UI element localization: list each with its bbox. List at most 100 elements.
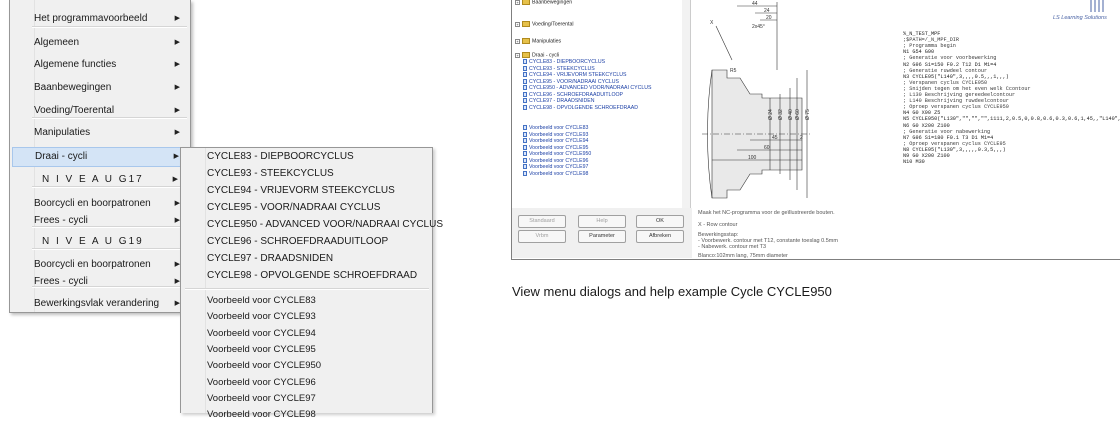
- tree-node[interactable]: Voorbeeld voor CYCLE97: [523, 164, 588, 170]
- tree-node-label: CYCLE98 - OPVOLGENDE SCHROEFDRAAD: [529, 104, 638, 111]
- dia-40: Ø 40: [788, 109, 794, 120]
- tree-node[interactable]: + Draai - cycli: [515, 52, 559, 58]
- menu-item[interactable]: Draai - cycli ▶: [12, 147, 188, 167]
- submenu-arrow-icon: ▶: [174, 61, 180, 68]
- submenu-cycle-item[interactable]: CYCLE950 - ADVANCED VOOR/NADRAAI CYCLUS: [207, 217, 443, 233]
- dialog-button-row: Standaard Help OK Vrbm Parameter Afbreke…: [512, 208, 692, 258]
- nc-code-line: N3 CYCLE95("L140",3,,,,0.5,,,1,,,): [903, 73, 1009, 80]
- ls-logo-icon: [1090, 0, 1104, 12]
- vrbm-button[interactable]: Vrbm: [518, 230, 566, 243]
- standaard-button[interactable]: Standaard: [518, 215, 566, 228]
- tree-node[interactable]: + Voeding/Toerental: [515, 21, 574, 27]
- tree-node[interactable]: Voorbeeld voor CYCLE94: [523, 138, 588, 144]
- tree-node[interactable]: Voorbeeld voor CYCLE96: [523, 158, 588, 164]
- nc-code-line: N9 G0 X200 Z100: [903, 153, 950, 159]
- menu-item[interactable]: Algemene functies ▶: [12, 55, 188, 75]
- tree-node[interactable]: CYCLE95 - VOOR/NADRAAI CYCLUS: [523, 79, 619, 85]
- tree-node[interactable]: + Baanbewegingen: [515, 0, 572, 5]
- menu-item[interactable]: Frees - cycli ▶: [12, 211, 188, 231]
- submenu-example-item[interactable]: Voorbeeld voor CYCLE95: [207, 342, 316, 358]
- dia-32: Ø 32: [778, 109, 784, 120]
- menu-item-label: Manipulaties: [34, 127, 91, 138]
- tree-node-label: Draai - cycli: [532, 52, 560, 59]
- expand-icon[interactable]: +: [515, 52, 520, 58]
- menu-item[interactable]: Algemeen ▶: [12, 33, 188, 53]
- submenu-cycle-item[interactable]: CYCLE94 - VRIJEVORM STEEKCYCLUS: [207, 183, 395, 199]
- nc-code-panel: LS Learning Solutions %_N_TEST_MPF ;$PATH…: [885, 0, 1120, 259]
- submenu-cycle-item[interactable]: CYCLE93 - STEEKCYCLUS: [207, 166, 334, 182]
- nc-code-line: ;$PATH=/_N_MPF_DIR: [903, 37, 960, 44]
- dim-chamfer: 2x45°: [752, 24, 765, 30]
- submenu-example-item[interactable]: Voorbeeld voor CYCLE83: [207, 293, 316, 309]
- expand-icon[interactable]: +: [515, 0, 520, 5]
- menu-item[interactable]: Manipulaties ▶: [12, 123, 188, 143]
- submenu-draai-cycli: CYCLE83 - DIEPBOORCYCLUS CYCLE93 - STEEKC…: [180, 147, 443, 420]
- tree-node-label: Voeding/Toerental: [532, 21, 574, 28]
- document-icon: [523, 59, 527, 65]
- info-task: Maak het NC-programma voor de geïllustre…: [698, 210, 835, 216]
- submenu-separator: [185, 288, 429, 290]
- tree-node[interactable]: CYCLE97 - DRAADSNIDEN: [523, 98, 594, 104]
- submenu-arrow-icon: ▶: [174, 15, 180, 22]
- submenu-cycle-item[interactable]: CYCLE97 - DRAADSNIDEN: [207, 251, 333, 267]
- submenu-cycle-item[interactable]: CYCLE98 - OPVOLGENDE SCHROEFDRAAD: [207, 268, 417, 284]
- submenu-example-item[interactable]: Voorbeeld voor CYCLE94: [207, 326, 316, 342]
- submenu-cycle-item[interactable]: CYCLE96 - SCHROEFDRAADUITLOOP: [207, 234, 388, 250]
- submenu-arrow-icon: ▶: [174, 129, 180, 136]
- tree-node[interactable]: CYCLE83 - DIEPBOORCYCLUS: [523, 59, 605, 65]
- nc-code-line: N4 G0 X90 Z5: [903, 110, 941, 117]
- tree-scrollbar[interactable]: [682, 0, 691, 208]
- tree-node[interactable]: Voorbeeld voor CYCLE950: [523, 151, 591, 157]
- menu-item[interactable]: Voeding/Toerental ▶: [12, 101, 188, 121]
- document-icon: [523, 164, 527, 170]
- tree-node-label: CYCLE96 - SCHROEFDRAADUITLOOP: [529, 91, 623, 98]
- tree-node[interactable]: Voorbeeld voor CYCLE83: [523, 125, 588, 131]
- parameter-button[interactable]: Parameter: [578, 230, 626, 243]
- menu-item: N I V E A U G17 ▶: [12, 170, 188, 190]
- expand-icon[interactable]: +: [515, 38, 520, 44]
- submenu-cycle-item[interactable]: CYCLE83 - DIEPBOORCYCLUS: [207, 149, 354, 165]
- document-icon: [523, 138, 527, 144]
- brand-label: LS Learning Solutions: [1053, 15, 1107, 21]
- submenu-example-item[interactable]: Voorbeeld voor CYCLE96: [207, 375, 316, 391]
- afbreken-button[interactable]: Afbreken: [636, 230, 684, 243]
- menu-item-label: Bewerkingsvlak verandering: [34, 298, 160, 309]
- submenu-arrow-icon: ▶: [172, 176, 180, 183]
- tree-node-label: CYCLE93 - STEEKCYCLUS: [529, 65, 595, 72]
- menu-item[interactable]: Het programmavoorbeeld ▶: [12, 9, 188, 29]
- document-icon: [523, 131, 527, 137]
- tree-node[interactable]: CYCLE94 - VRIJEVORM STEEKCYCLUS: [523, 72, 626, 78]
- task-info-panel: Maak het NC-programma voor de geïllustre…: [692, 208, 882, 259]
- menu-item[interactable]: Bewerkingsvlak verandering ▶: [12, 294, 188, 314]
- menu-item-label: Voeding/Toerental: [34, 105, 115, 116]
- tree-node[interactable]: + Manipulaties: [515, 38, 561, 44]
- document-icon: [523, 78, 527, 84]
- tree-node[interactable]: CYCLE98 - OPVOLGENDE SCHROEFDRAAD: [523, 105, 638, 111]
- tree-node-label: CYCLE950 - ADVANCED VOOR/NADRAAI CYCLUS: [529, 85, 652, 91]
- menu-item[interactable]: Frees - cycli ▶: [12, 272, 188, 292]
- help-button[interactable]: Help: [578, 215, 626, 228]
- expand-icon[interactable]: +: [515, 21, 520, 27]
- help-tree: + Baanbewegingen + Voeding/Toerental + Manipu…: [512, 0, 683, 208]
- tree-node[interactable]: Voorbeeld voor CYCLE98: [523, 171, 588, 177]
- tree-node-label: Voorbeeld voor CYCLE97: [529, 164, 589, 170]
- nc-code-line: ; Programma begin: [903, 43, 956, 50]
- submenu-cycle-item[interactable]: CYCLE95 - VOOR/NADRAAI CYCLUS: [207, 200, 380, 216]
- submenu-example-item[interactable]: Voorbeeld voor CYCLE950: [207, 358, 321, 374]
- nc-code-line: ; Oproep verspanen cyclus CYCLE950: [903, 104, 1009, 111]
- submenu-example-item[interactable]: Voorbeeld voor CYCLE93: [207, 309, 316, 325]
- tree-node[interactable]: CYCLE96 - SCHROEFDRAADUITLOOP: [523, 92, 623, 98]
- ok-button[interactable]: OK: [636, 215, 684, 228]
- tree-node[interactable]: Voorbeeld voor CYCLE95: [523, 145, 588, 151]
- dim-24: 24: [764, 8, 770, 14]
- tree-node[interactable]: CYCLE950 - ADVANCED VOOR/NADRAAI CYCLUS: [523, 85, 651, 91]
- nc-code-line: N7 G96 S1=180 F0.1 T3 D1 M1=4: [903, 134, 994, 141]
- submenu-example-item[interactable]: Voorbeeld voor CYCLE97: [207, 391, 316, 407]
- tree-node[interactable]: Voorbeeld voor CYCLE93: [523, 132, 588, 138]
- menu-item-label: Draai - cycli: [35, 151, 88, 162]
- submenu-arrow-icon: ▶: [174, 107, 180, 114]
- menu-item[interactable]: Baanbewegingen ▶: [12, 78, 188, 98]
- tree-node[interactable]: CYCLE93 - STEEKCYCLUS: [523, 66, 595, 72]
- submenu-example-item[interactable]: Voorbeeld voor CYCLE98: [207, 407, 316, 423]
- folder-icon: [522, 38, 530, 44]
